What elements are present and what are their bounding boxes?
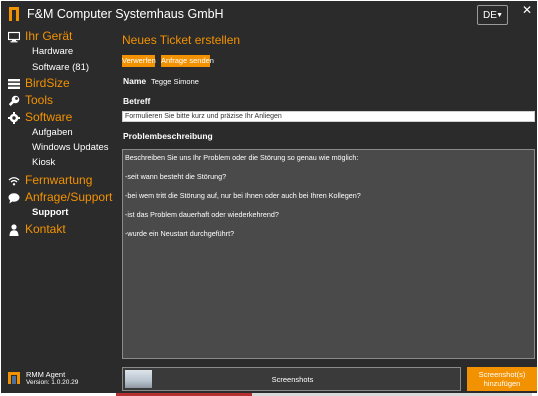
page-title: Neues Ticket erstellen (122, 33, 241, 47)
description-line: -bei wem tritt die Störung auf, nur bei … (125, 191, 361, 200)
description-line: -ist das Problem dauerhaft oder wiederke… (125, 210, 279, 219)
monitor-icon (8, 31, 20, 43)
nav-label: Ihr Gerät (25, 29, 73, 43)
language-select[interactable]: DE ▼ (477, 5, 508, 25)
name-value: Tegge Simone (151, 77, 199, 86)
description-line: Beschreiben Sie uns Ihr Problem oder die… (125, 153, 359, 162)
nav-label: Tools (25, 93, 54, 107)
nav-windows-updates[interactable]: Windows Updates (32, 142, 109, 153)
chat-icon (8, 193, 20, 204)
subject-label: Betreff (123, 96, 151, 106)
sidebar: Ihr Gerät Hardware Software (81) BirdSiz… (1, 29, 119, 393)
nav-kontakt[interactable]: Kontakt (1, 222, 119, 238)
agent-info: RMM Agent Version: 1.0.20.29 (8, 369, 118, 391)
screenshots-panel[interactable]: Screenshots (122, 367, 461, 391)
add-screenshot-label-line1: Screenshot(s) (478, 370, 526, 379)
nav-aufgaben[interactable]: Aufgaben (32, 127, 73, 138)
send-request-button[interactable]: Anfrage senden (161, 55, 214, 67)
wrench-icon (8, 95, 20, 106)
nav-label: Anfrage/Support (25, 190, 113, 204)
description-textarea[interactable]: Beschreiben Sie uns Ihr Problem oder die… (122, 149, 535, 359)
nav-birdsize[interactable]: BirdSize (1, 76, 119, 92)
subject-input[interactable]: Formulieren Sie bitte kurz und präzise I… (122, 111, 535, 122)
nav-label: Kontakt (25, 222, 66, 236)
nav-ihr-geraet[interactable]: Ihr Gerät (1, 29, 119, 45)
nav-label: Software (25, 110, 73, 124)
nav-label: Fernwartung (25, 173, 93, 187)
title-bar: F&M Computer Systemhaus GmbH DE ▼ ✕ (1, 1, 537, 29)
nav-anfrage-support[interactable]: Anfrage/Support (1, 190, 119, 206)
app-window: F&M Computer Systemhaus GmbH DE ▼ ✕ Ihr … (1, 1, 537, 393)
company-logo (9, 7, 19, 21)
description-line: -wurde ein Neustart durchgeführt? (125, 229, 235, 238)
ticket-form: Neues Ticket erstellen Verwerfen Anfrage… (119, 29, 537, 393)
nav-tools[interactable]: Tools (1, 93, 119, 109)
name-label: Name (123, 76, 147, 86)
chevron-down-icon: ▼ (496, 12, 503, 19)
person-icon (9, 224, 19, 236)
nav-support[interactable]: Support (32, 207, 68, 218)
nav-software-count[interactable]: Software (81) (32, 62, 89, 73)
agent-version: Version: 1.0.20.29 (26, 379, 79, 386)
company-logo (8, 372, 20, 384)
language-value: DE (483, 10, 497, 21)
close-button[interactable]: ✕ (520, 3, 534, 17)
gear-icon (8, 112, 20, 124)
nav-hardware[interactable]: Hardware (32, 46, 73, 57)
wifi-icon (8, 177, 20, 186)
nav-label: BirdSize (25, 76, 70, 90)
list-icon (8, 79, 20, 89)
discard-button[interactable]: Verwerfen (122, 55, 156, 67)
agent-name: RMM Agent (26, 370, 66, 379)
nav-fernwartung[interactable]: Fernwartung (1, 173, 119, 189)
screenshots-label: Screenshots (271, 375, 314, 384)
app-title: F&M Computer Systemhaus GmbH (27, 7, 224, 21)
close-icon: ✕ (521, 3, 533, 17)
nav-kiosk[interactable]: Kiosk (32, 157, 55, 168)
description-line: -seit wann besteht die Störung? (125, 172, 227, 181)
add-screenshot-button[interactable]: Screenshot(s) hinzufügen (467, 367, 537, 391)
nav-software[interactable]: Software (1, 110, 119, 126)
add-screenshot-label-line2: hinzufügen (483, 379, 521, 388)
description-label: Problembeschreibung (123, 131, 213, 141)
